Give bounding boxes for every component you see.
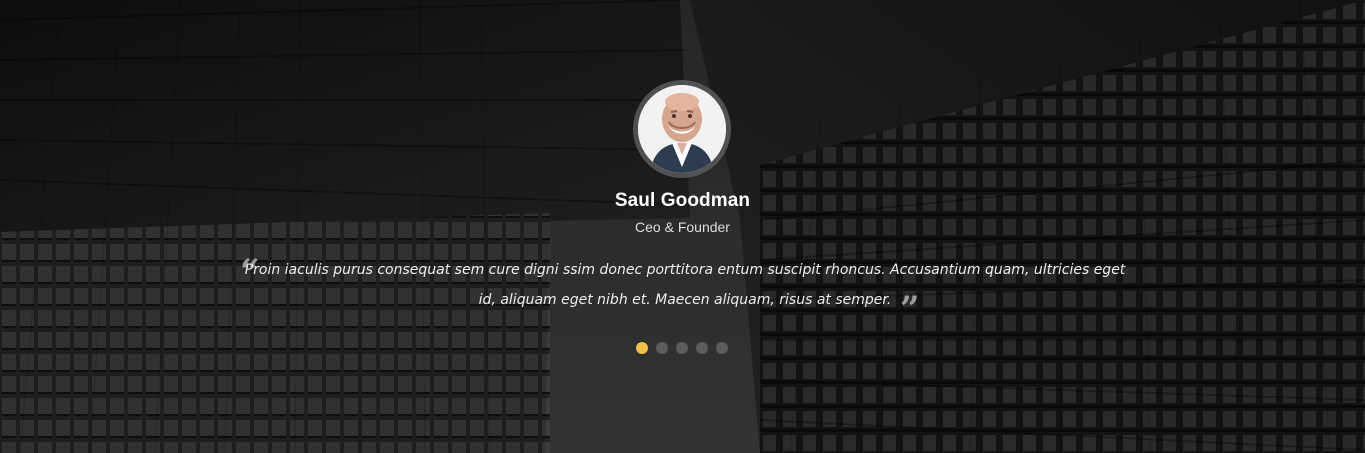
slider-dot-1[interactable]: [636, 342, 648, 354]
person-portrait-icon: [638, 85, 726, 173]
slider-dot-2[interactable]: [656, 342, 668, 354]
testimonial-section: Saul Goodman Ceo & Founder “ Proin iacul…: [0, 0, 1365, 453]
testimonial-content: Saul Goodman Ceo & Founder “ Proin iacul…: [0, 0, 1365, 453]
avatar: [638, 85, 726, 173]
quote-block: Proin iaculis purus consequat sem cure d…: [240, 255, 1130, 315]
slider-pagination: [636, 342, 728, 354]
person-role: Ceo & Founder: [635, 219, 730, 235]
close-quote-icon: ”: [900, 289, 920, 329]
testimonial-quote: Proin iaculis purus consequat sem cure d…: [244, 262, 1126, 308]
avatar-ring: [633, 80, 731, 178]
slider-dot-3[interactable]: [676, 342, 688, 354]
slider-dot-5[interactable]: [716, 342, 728, 354]
person-name: Saul Goodman: [614, 190, 751, 211]
slider-dot-4[interactable]: [696, 342, 708, 354]
